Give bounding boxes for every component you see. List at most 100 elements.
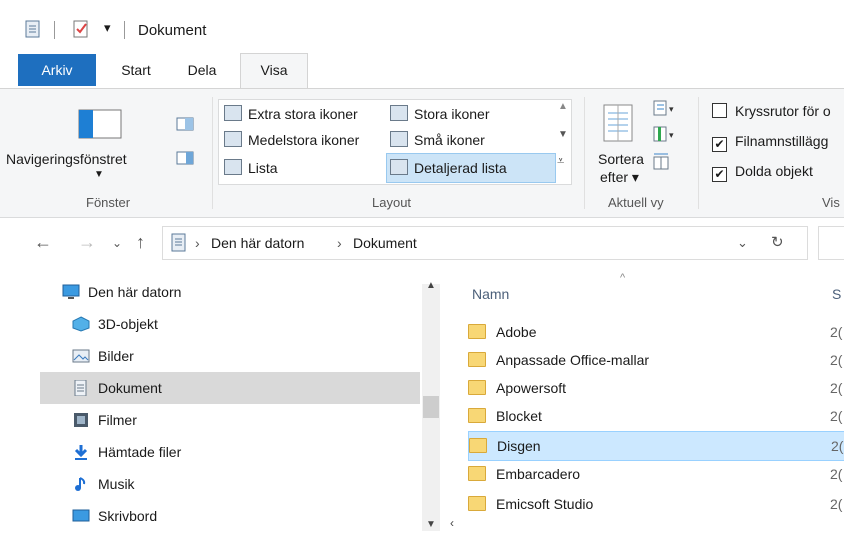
title-bar: ▾ Dokument (0, 0, 844, 50)
preview-pane-icon[interactable] (176, 117, 194, 136)
table-row-selected[interactable]: Disgen 2( (468, 431, 844, 461)
group-by-icon[interactable]: ▾ (652, 99, 678, 122)
medium-icons-icon (224, 131, 242, 147)
navigation-pane-scroll-thumb[interactable] (423, 396, 439, 418)
sidebar-item-videos[interactable]: Filmer (72, 404, 426, 436)
back-arrow-icon[interactable]: ← (34, 232, 52, 253)
pictures-icon (72, 343, 90, 363)
file-extensions-checkbox[interactable]: ✔ (712, 137, 727, 152)
sidebar-item-this-pc[interactable]: Den här datorn (62, 276, 416, 308)
folder-icon (468, 324, 486, 339)
layout-details[interactable]: Detaljerad lista (390, 155, 507, 181)
checkmark-doc-icon[interactable] (72, 20, 90, 38)
forward-arrow-icon[interactable]: → (78, 232, 96, 253)
window-title: Dokument (138, 22, 207, 39)
sidebar-item-desktop[interactable]: Skrivbord (72, 500, 426, 532)
layout-list[interactable]: Lista (224, 155, 278, 181)
table-row[interactable]: Blocket 2( (468, 402, 844, 430)
group-label-panes: Fönster (86, 195, 131, 210)
breadcrumb-separator-icon[interactable]: › (195, 235, 200, 251)
item-check-boxes-checkbox[interactable] (712, 103, 727, 118)
computer-icon (62, 279, 80, 299)
svg-text:▾: ▾ (669, 130, 674, 140)
document-icon (72, 375, 90, 397)
layout-small-icons[interactable]: Små ikoner (390, 127, 485, 153)
details-pane-icon[interactable] (176, 151, 194, 170)
navigation-pane-dropdown-icon[interactable]: ▼ (94, 169, 104, 180)
size-columns-icon[interactable] (652, 151, 672, 176)
svg-text:▾: ▾ (669, 104, 674, 114)
gallery-scroll-up-icon[interactable]: ▲ (558, 101, 568, 112)
properties-icon[interactable] (24, 20, 42, 38)
sidebar-item-downloads[interactable]: Hämtade filer (72, 436, 426, 468)
breadcrumb-documents[interactable]: Dokument (353, 235, 417, 251)
navigation-pane-button[interactable]: Navigeringsfönstret (6, 151, 127, 167)
sort-by-icon[interactable] (600, 103, 640, 150)
large-icons-icon (390, 105, 408, 121)
item-check-boxes-toggle[interactable]: Kryssrutor för o (712, 103, 831, 119)
tab-visa[interactable]: Visa (240, 53, 308, 90)
group-label-layout: Layout (372, 195, 412, 210)
folder-icon (468, 352, 486, 367)
hidden-items-toggle[interactable]: ✔ Dolda objekt (712, 163, 813, 182)
navigation-pane-icon[interactable] (78, 109, 122, 144)
group-label-show-hide: Vis (822, 195, 840, 210)
navigation-pane: Den här datorn 3D-objekt Bilder Dokument… (0, 272, 450, 531)
refresh-icon[interactable]: ↻ (771, 233, 784, 251)
sort-ascending-icon: ^ (620, 272, 626, 284)
gallery-expand-icon[interactable]: ⩡ (557, 153, 564, 169)
desktop-icon (72, 503, 90, 522)
ribbon-tabs: Arkiv Start Dela Visa (0, 53, 844, 90)
sidebar-item-3d-objects[interactable]: 3D-objekt (72, 308, 426, 340)
folder-icon (469, 438, 487, 453)
search-box[interactable] (818, 226, 844, 260)
folder-icon (468, 408, 486, 423)
scroll-down-icon[interactable]: ▼ (426, 519, 436, 530)
up-arrow-icon[interactable]: ↑ (136, 232, 145, 253)
tab-start[interactable]: Start (104, 54, 168, 86)
download-icon (72, 439, 90, 460)
layout-large-icons[interactable]: Stora ikoner (390, 101, 489, 127)
folder-icon (468, 380, 486, 395)
scroll-up-icon[interactable]: ▲ (426, 280, 436, 291)
table-row[interactable]: Apowersoft 2( (468, 374, 844, 402)
sidebar-item-pictures[interactable]: Bilder (72, 340, 426, 372)
layout-extra-large-icons[interactable]: Extra stora ikoner (224, 101, 358, 127)
table-row[interactable]: Emicsoft Studio 2( (468, 490, 844, 518)
sidebar-item-music[interactable]: Musik (72, 468, 426, 500)
address-bar[interactable]: › Den här datorn › Dokument ⌄ ↻ (162, 226, 808, 260)
gallery-scroll-down-icon[interactable]: ▼ (558, 129, 568, 140)
add-columns-icon[interactable]: ▾ (652, 125, 678, 148)
file-extensions-toggle[interactable]: ✔ Filnamnstillägg (712, 133, 828, 152)
tab-arkiv[interactable]: Arkiv (18, 54, 96, 86)
breadcrumb-this-pc[interactable]: Den här datorn (211, 235, 304, 251)
address-row: ← → ⌄ ↑ › Den här datorn › Dokument ⌄ ↻ (0, 222, 844, 266)
cube-icon (72, 311, 90, 332)
documents-location-icon (171, 233, 187, 258)
list-icon (224, 159, 242, 175)
table-row[interactable]: Anpassade Office-mallar 2( (468, 346, 844, 374)
extra-large-icons-icon (224, 105, 242, 121)
table-row[interactable]: Adobe 2( (468, 318, 844, 346)
sidebar-item-documents[interactable]: Dokument (72, 372, 426, 404)
address-dropdown-icon[interactable]: ⌄ (737, 235, 748, 251)
small-icons-icon (390, 131, 408, 147)
tab-dela[interactable]: Dela (170, 54, 234, 86)
column-header-date[interactable]: S (832, 286, 841, 302)
hidden-items-checkbox[interactable]: ✔ (712, 167, 727, 182)
sort-by-dropdown[interactable]: efter ▾ (600, 169, 639, 186)
group-label-current-view: Aktuell vy (608, 195, 664, 210)
folder-icon (468, 466, 486, 481)
details-icon (390, 159, 408, 175)
layout-medium-icons[interactable]: Medelstora ikoner (224, 127, 359, 153)
breadcrumb-separator-icon[interactable]: › (337, 235, 342, 251)
music-icon (72, 471, 90, 491)
table-row[interactable]: Embarcadero 2( (468, 460, 844, 488)
column-header-name[interactable]: Namn (472, 286, 509, 302)
recent-locations-chevron-icon[interactable]: ⌄ (112, 236, 122, 250)
ribbon: Navigeringsfönstret ▼ Fönster Extra stor… (0, 88, 844, 218)
folder-icon (468, 496, 486, 511)
film-icon (72, 407, 90, 427)
sort-by-label[interactable]: Sortera (598, 151, 644, 167)
quick-access-dropdown-icon[interactable]: ▾ (104, 20, 111, 36)
